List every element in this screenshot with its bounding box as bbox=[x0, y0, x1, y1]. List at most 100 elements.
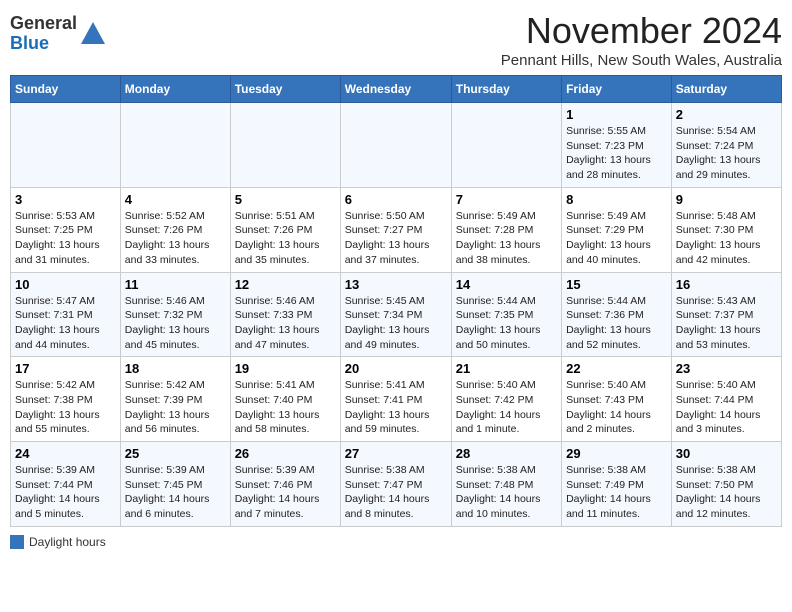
legend: Daylight hours bbox=[10, 535, 782, 549]
logo-icon bbox=[79, 20, 107, 48]
day-info: Sunrise: 5:40 AM Sunset: 7:43 PM Dayligh… bbox=[566, 378, 667, 437]
day-number: 25 bbox=[125, 446, 226, 461]
logo-blue: Blue bbox=[10, 33, 49, 53]
day-number: 7 bbox=[456, 192, 557, 207]
day-number: 8 bbox=[566, 192, 667, 207]
day-number: 29 bbox=[566, 446, 667, 461]
calendar-cell: 25 Sunrise: 5:39 AM Sunset: 7:45 PM Dayli… bbox=[120, 442, 230, 527]
day-info: Sunrise: 5:39 AM Sunset: 7:46 PM Dayligh… bbox=[235, 463, 336, 522]
day-number: 23 bbox=[676, 361, 777, 376]
header-day-tuesday: Tuesday bbox=[230, 76, 340, 103]
day-info: Sunrise: 5:42 AM Sunset: 7:39 PM Dayligh… bbox=[125, 378, 226, 437]
calendar-cell: 23 Sunrise: 5:40 AM Sunset: 7:44 PM Dayli… bbox=[671, 357, 781, 442]
day-info: Sunrise: 5:54 AM Sunset: 7:24 PM Dayligh… bbox=[676, 124, 777, 183]
calendar-cell bbox=[451, 103, 561, 188]
day-info: Sunrise: 5:55 AM Sunset: 7:23 PM Dayligh… bbox=[566, 124, 667, 183]
day-info: Sunrise: 5:47 AM Sunset: 7:31 PM Dayligh… bbox=[15, 294, 116, 353]
day-number: 6 bbox=[345, 192, 447, 207]
day-number: 14 bbox=[456, 277, 557, 292]
day-info: Sunrise: 5:44 AM Sunset: 7:35 PM Dayligh… bbox=[456, 294, 557, 353]
calendar-cell: 2Sunrise: 5:54 AM Sunset: 7:24 PM Daylig… bbox=[671, 103, 781, 188]
header-day-monday: Monday bbox=[120, 76, 230, 103]
day-info: Sunrise: 5:50 AM Sunset: 7:27 PM Dayligh… bbox=[345, 209, 447, 268]
day-number: 17 bbox=[15, 361, 116, 376]
calendar-cell: 16 Sunrise: 5:43 AM Sunset: 7:37 PM Dayli… bbox=[671, 272, 781, 357]
day-number: 19 bbox=[235, 361, 336, 376]
week-row-2: 10 Sunrise: 5:47 AM Sunset: 7:31 PM Dayli… bbox=[11, 272, 782, 357]
calendar-cell: 22 Sunrise: 5:40 AM Sunset: 7:43 PM Dayli… bbox=[562, 357, 672, 442]
day-info: Sunrise: 5:38 AM Sunset: 7:48 PM Dayligh… bbox=[456, 463, 557, 522]
day-number: 12 bbox=[235, 277, 336, 292]
header-day-sunday: Sunday bbox=[11, 76, 121, 103]
day-number: 9 bbox=[676, 192, 777, 207]
day-info: Sunrise: 5:45 AM Sunset: 7:34 PM Dayligh… bbox=[345, 294, 447, 353]
day-number: 1 bbox=[566, 107, 667, 122]
subtitle: Pennant Hills, New South Wales, Australi… bbox=[501, 52, 782, 69]
day-info: Sunrise: 5:39 AM Sunset: 7:45 PM Dayligh… bbox=[125, 463, 226, 522]
day-number: 5 bbox=[235, 192, 336, 207]
calendar-cell: 5Sunrise: 5:51 AM Sunset: 7:26 PM Daylig… bbox=[230, 187, 340, 272]
logo: General Blue bbox=[10, 14, 107, 54]
calendar-cell: 7 Sunrise: 5:49 AM Sunset: 7:28 PM Daylig… bbox=[451, 187, 561, 272]
day-number: 18 bbox=[125, 361, 226, 376]
day-info: Sunrise: 5:49 AM Sunset: 7:28 PM Dayligh… bbox=[456, 209, 557, 268]
day-info: Sunrise: 5:41 AM Sunset: 7:41 PM Dayligh… bbox=[345, 378, 447, 437]
day-number: 16 bbox=[676, 277, 777, 292]
calendar-cell: 3Sunrise: 5:53 AM Sunset: 7:25 PM Daylig… bbox=[11, 187, 121, 272]
header-day-wednesday: Wednesday bbox=[340, 76, 451, 103]
week-row-3: 17 Sunrise: 5:42 AM Sunset: 7:38 PM Dayli… bbox=[11, 357, 782, 442]
day-info: Sunrise: 5:43 AM Sunset: 7:37 PM Dayligh… bbox=[676, 294, 777, 353]
day-number: 10 bbox=[15, 277, 116, 292]
day-info: Sunrise: 5:53 AM Sunset: 7:25 PM Dayligh… bbox=[15, 209, 116, 268]
calendar-cell: 13Sunrise: 5:45 AM Sunset: 7:34 PM Dayli… bbox=[340, 272, 451, 357]
calendar-cell: 18 Sunrise: 5:42 AM Sunset: 7:39 PM Dayli… bbox=[120, 357, 230, 442]
day-info: Sunrise: 5:42 AM Sunset: 7:38 PM Dayligh… bbox=[15, 378, 116, 437]
day-number: 21 bbox=[456, 361, 557, 376]
calendar-cell: 6 Sunrise: 5:50 AM Sunset: 7:27 PM Daylig… bbox=[340, 187, 451, 272]
calendar-cell: 28Sunrise: 5:38 AM Sunset: 7:48 PM Dayli… bbox=[451, 442, 561, 527]
day-info: Sunrise: 5:41 AM Sunset: 7:40 PM Dayligh… bbox=[235, 378, 336, 437]
day-info: Sunrise: 5:38 AM Sunset: 7:47 PM Dayligh… bbox=[345, 463, 447, 522]
day-info: Sunrise: 5:48 AM Sunset: 7:30 PM Dayligh… bbox=[676, 209, 777, 268]
header-day-thursday: Thursday bbox=[451, 76, 561, 103]
calendar-cell: 17 Sunrise: 5:42 AM Sunset: 7:38 PM Dayli… bbox=[11, 357, 121, 442]
day-info: Sunrise: 5:52 AM Sunset: 7:26 PM Dayligh… bbox=[125, 209, 226, 268]
calendar-cell bbox=[11, 103, 121, 188]
logo-general: General bbox=[10, 13, 77, 33]
day-number: 22 bbox=[566, 361, 667, 376]
day-info: Sunrise: 5:49 AM Sunset: 7:29 PM Dayligh… bbox=[566, 209, 667, 268]
calendar-cell: 8 Sunrise: 5:49 AM Sunset: 7:29 PM Daylig… bbox=[562, 187, 672, 272]
header-day-friday: Friday bbox=[562, 76, 672, 103]
calendar-cell: 14 Sunrise: 5:44 AM Sunset: 7:35 PM Dayli… bbox=[451, 272, 561, 357]
day-number: 27 bbox=[345, 446, 447, 461]
calendar-cell: 12Sunrise: 5:46 AM Sunset: 7:33 PM Dayli… bbox=[230, 272, 340, 357]
header-row: SundayMondayTuesdayWednesdayThursdayFrid… bbox=[11, 76, 782, 103]
legend-label: Daylight hours bbox=[29, 535, 106, 549]
day-number: 24 bbox=[15, 446, 116, 461]
calendar-cell: 1 Sunrise: 5:55 AM Sunset: 7:23 PM Daylig… bbox=[562, 103, 672, 188]
calendar-cell bbox=[230, 103, 340, 188]
calendar-cell: 26Sunrise: 5:39 AM Sunset: 7:46 PM Dayli… bbox=[230, 442, 340, 527]
day-number: 20 bbox=[345, 361, 447, 376]
week-row-4: 24 Sunrise: 5:39 AM Sunset: 7:44 PM Dayli… bbox=[11, 442, 782, 527]
calendar-cell: 21 Sunrise: 5:40 AM Sunset: 7:42 PM Dayli… bbox=[451, 357, 561, 442]
calendar-cell: 9 Sunrise: 5:48 AM Sunset: 7:30 PM Daylig… bbox=[671, 187, 781, 272]
calendar-cell bbox=[120, 103, 230, 188]
calendar-cell: 10 Sunrise: 5:47 AM Sunset: 7:31 PM Dayli… bbox=[11, 272, 121, 357]
page-header: General Blue November 2024 Pennant Hills… bbox=[10, 10, 782, 69]
day-info: Sunrise: 5:44 AM Sunset: 7:36 PM Dayligh… bbox=[566, 294, 667, 353]
day-number: 11 bbox=[125, 277, 226, 292]
day-number: 4 bbox=[125, 192, 226, 207]
day-info: Sunrise: 5:40 AM Sunset: 7:42 PM Dayligh… bbox=[456, 378, 557, 437]
main-title: November 2024 bbox=[501, 10, 782, 52]
day-info: Sunrise: 5:40 AM Sunset: 7:44 PM Dayligh… bbox=[676, 378, 777, 437]
calendar-cell: 27 Sunrise: 5:38 AM Sunset: 7:47 PM Dayli… bbox=[340, 442, 451, 527]
day-info: Sunrise: 5:39 AM Sunset: 7:44 PM Dayligh… bbox=[15, 463, 116, 522]
week-row-1: 3Sunrise: 5:53 AM Sunset: 7:25 PM Daylig… bbox=[11, 187, 782, 272]
title-block: November 2024 Pennant Hills, New South W… bbox=[501, 10, 782, 69]
calendar-cell: 29Sunrise: 5:38 AM Sunset: 7:49 PM Dayli… bbox=[562, 442, 672, 527]
day-number: 15 bbox=[566, 277, 667, 292]
header-day-saturday: Saturday bbox=[671, 76, 781, 103]
calendar-cell: 15 Sunrise: 5:44 AM Sunset: 7:36 PM Dayli… bbox=[562, 272, 672, 357]
calendar-table: SundayMondayTuesdayWednesdayThursdayFrid… bbox=[10, 75, 782, 527]
